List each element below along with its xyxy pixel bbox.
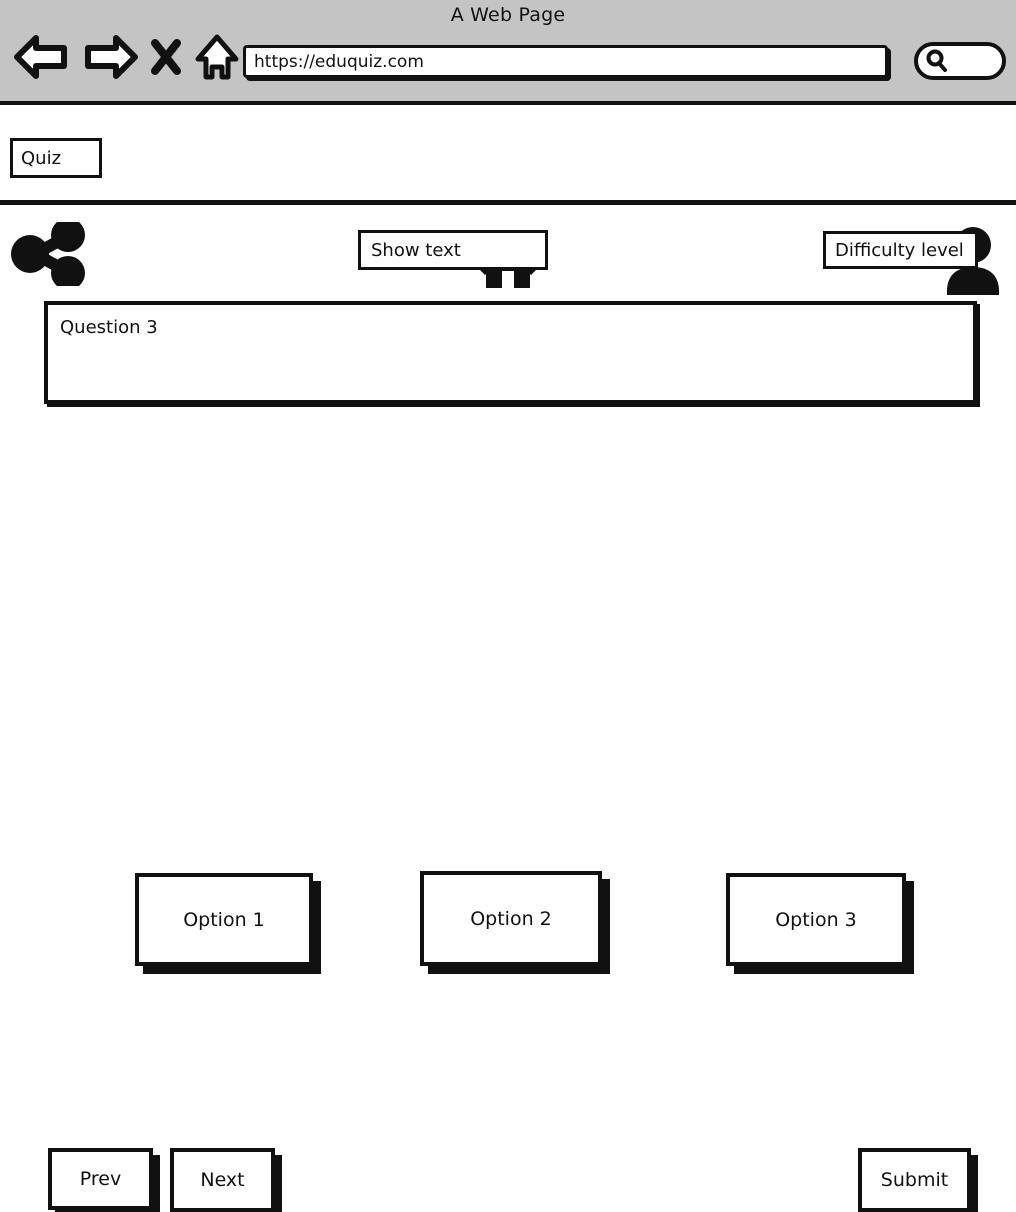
home-icon[interactable] bbox=[194, 33, 240, 85]
option-button-3[interactable]: Option 3 bbox=[726, 873, 906, 966]
back-icon[interactable] bbox=[14, 34, 70, 84]
app-brand-label: Quiz bbox=[21, 147, 62, 169]
browser-window-title: A Web Page bbox=[450, 4, 566, 26]
app-brand-chip[interactable]: Quiz bbox=[10, 138, 102, 178]
browser-chrome: A Web Page https://eduquiz.com bbox=[0, 0, 1016, 105]
submit-button[interactable]: Submit bbox=[858, 1148, 971, 1212]
difficulty-level-button[interactable]: Difficulty level bbox=[823, 231, 978, 269]
url-bar[interactable]: https://eduquiz.com bbox=[243, 45, 888, 78]
app-header: Quiz bbox=[0, 105, 1016, 295]
search-icon bbox=[926, 49, 947, 72]
prev-button[interactable]: Prev bbox=[48, 1148, 153, 1210]
option-label-1: Option 1 bbox=[183, 908, 265, 931]
share-icon[interactable] bbox=[10, 218, 88, 290]
close-icon[interactable] bbox=[150, 34, 182, 84]
prev-label: Prev bbox=[79, 1168, 122, 1190]
browser-nav-controls bbox=[14, 33, 240, 85]
option-button-1[interactable]: Option 1 bbox=[135, 873, 313, 966]
difficulty-level-label: Difficulty level bbox=[835, 239, 964, 261]
show-text-button[interactable]: Show text bbox=[358, 230, 548, 270]
question-box[interactable]: Question 3 bbox=[44, 301, 977, 404]
browser-search-box[interactable] bbox=[914, 42, 1006, 80]
option-button-2[interactable]: Option 2 bbox=[420, 871, 602, 966]
wireframe-page: A Web Page https://eduquiz.com Quiz Show… bbox=[0, 0, 1016, 1212]
show-text-label: Show text bbox=[371, 239, 461, 261]
next-label: Next bbox=[200, 1169, 245, 1191]
option-label-3: Option 3 bbox=[775, 908, 857, 931]
quiz-footer: Prev Next Submit bbox=[0, 570, 1016, 1212]
answer-options: Option 1 Option 2 Option 3 bbox=[0, 435, 1016, 966]
question-text: Question 3 bbox=[60, 317, 158, 338]
next-button[interactable]: Next bbox=[170, 1148, 275, 1212]
forward-icon[interactable] bbox=[82, 34, 138, 84]
option-label-2: Option 2 bbox=[470, 907, 552, 930]
url-input[interactable]: https://eduquiz.com bbox=[246, 52, 424, 72]
submit-label: Submit bbox=[880, 1169, 949, 1191]
